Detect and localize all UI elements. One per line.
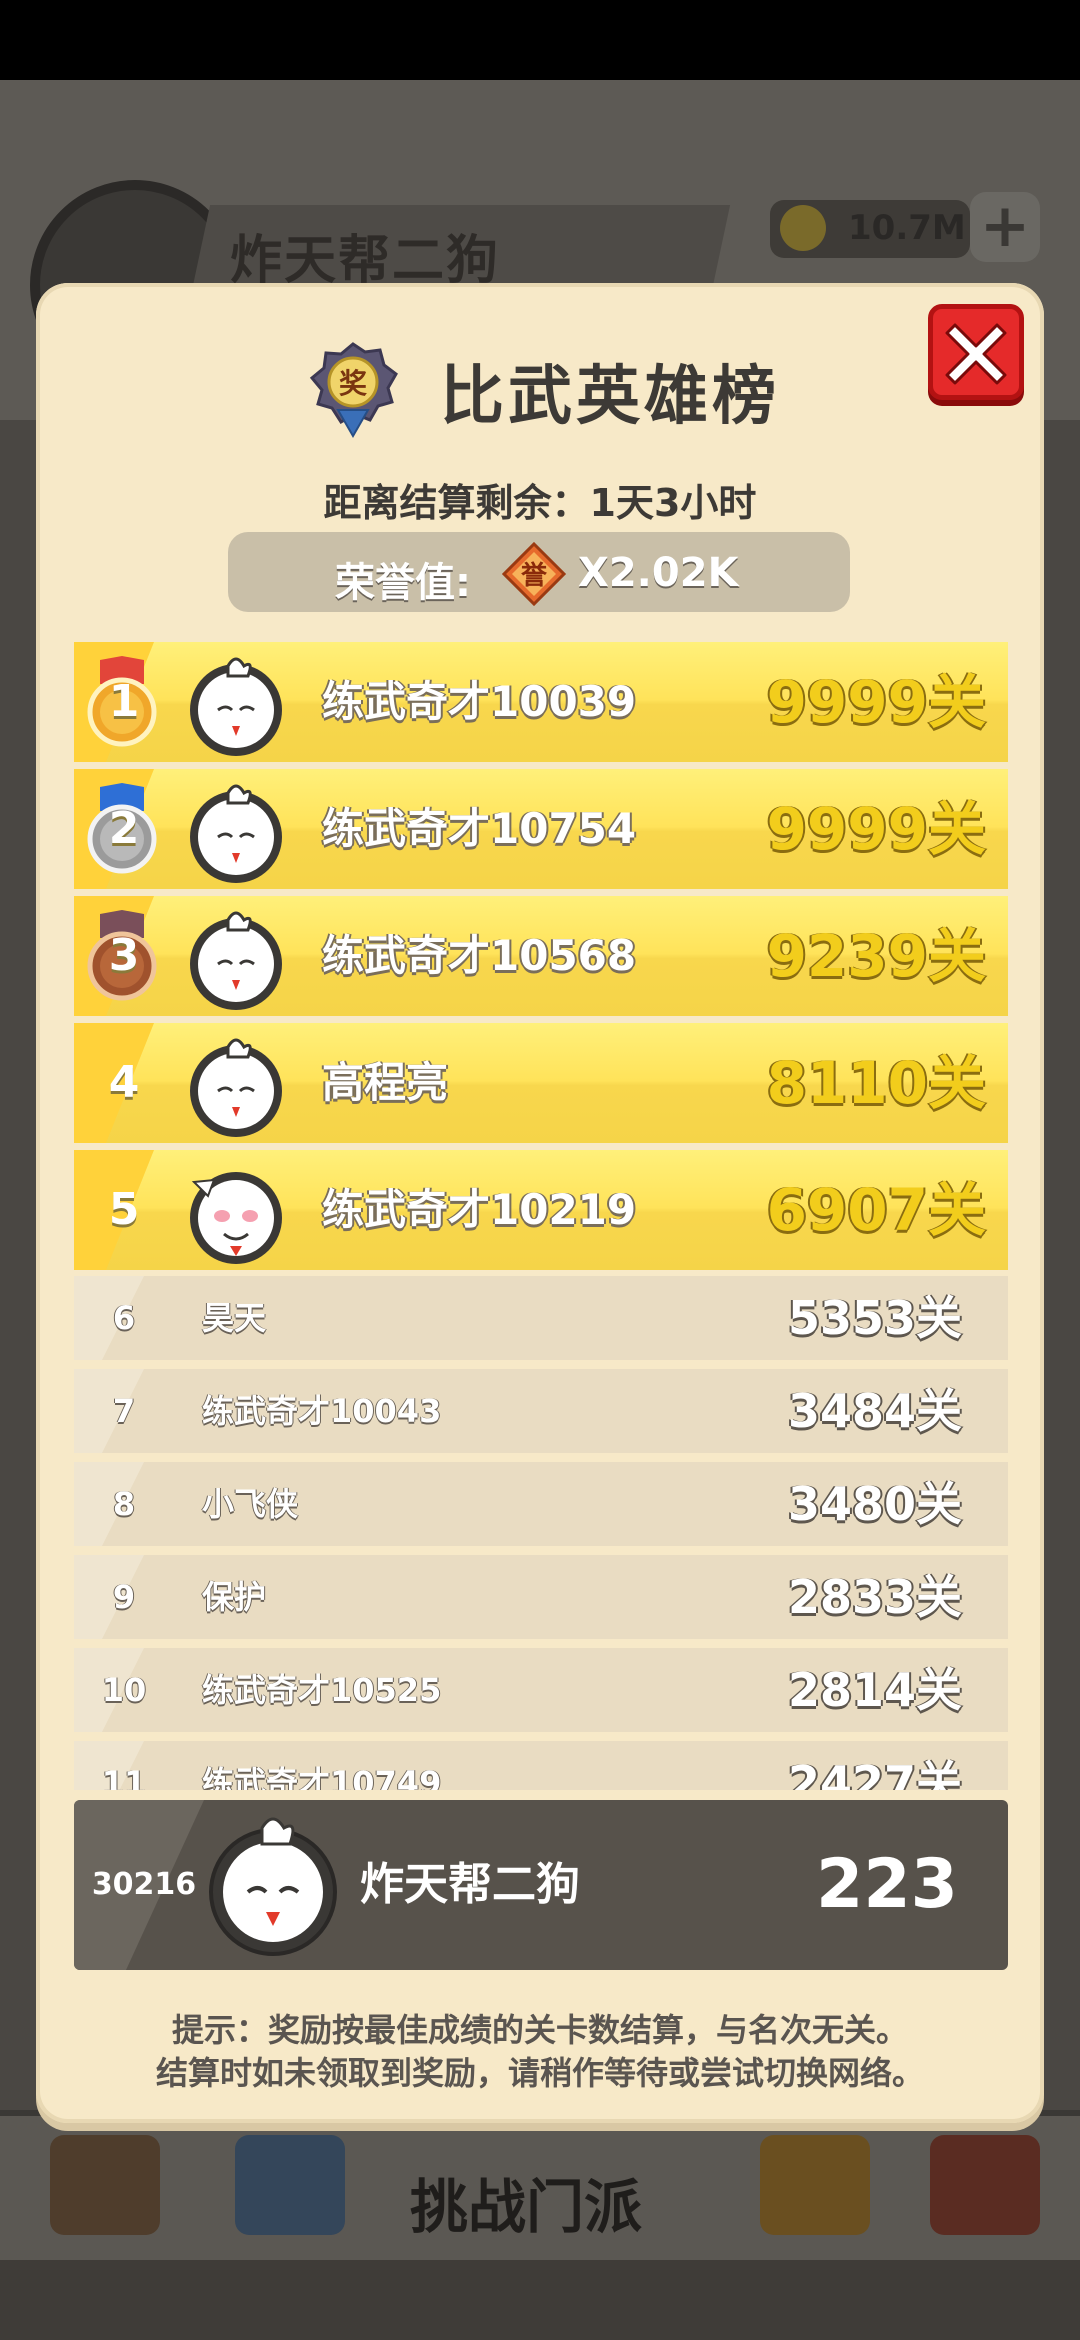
rank-number: 3 — [108, 930, 140, 981]
ranking-row[interactable]: 5 练武奇才10219 6907关 — [74, 1150, 1008, 1270]
ranking-row[interactable]: 8 小飞侠 3480关 — [74, 1462, 1008, 1546]
ranking-row[interactable]: 6 昊天 5353关 — [74, 1276, 1008, 1360]
my-score: 223 — [816, 1845, 958, 1924]
award-medal-icon: 奖 — [309, 342, 398, 439]
ranking-row[interactable]: 1 练武奇才10039 9999关 — [74, 642, 1008, 762]
coin-icon — [780, 205, 826, 251]
player-score: 9239关 — [766, 922, 986, 990]
player-score: 5353关 — [787, 1291, 962, 1345]
background-coin-value: 10.7M — [848, 208, 966, 248]
player-name: 高程亮 — [322, 1058, 449, 1107]
player-score: 2814关 — [787, 1663, 962, 1717]
ranking-row[interactable]: 11 练武奇才10749 2427关 — [74, 1741, 1008, 1790]
my-name: 炸天帮二狗 — [360, 1859, 580, 1910]
background-player-name: 炸天帮二狗 — [230, 231, 501, 291]
rank-number: 11 — [101, 1764, 147, 1790]
my-avatar — [209, 1817, 337, 1956]
background-bottom-strip — [0, 2260, 1080, 2340]
rank-number: 6 — [112, 1299, 136, 1337]
player-score: 3480关 — [787, 1477, 962, 1531]
player-avatar — [190, 911, 282, 1010]
background-cultivate-icon — [235, 2135, 345, 2235]
player-score: 8110关 — [766, 1049, 986, 1117]
close-button[interactable] — [928, 304, 1024, 400]
player-score: 9999关 — [766, 668, 986, 736]
player-name: 保护 — [202, 1578, 267, 1616]
player-score: 6907关 — [766, 1176, 986, 1244]
ranking-row[interactable]: 9 保护 2833关 — [74, 1555, 1008, 1639]
player-avatar — [190, 784, 282, 883]
player-avatar — [190, 657, 282, 756]
rank-number: 10 — [101, 1671, 147, 1709]
player-avatar — [190, 1172, 282, 1264]
my-rank-row[interactable]: 30216 炸天帮二狗 223 — [74, 1800, 1008, 1970]
player-name: 练武奇才10039 — [322, 677, 637, 726]
background-task-icon — [50, 2135, 160, 2235]
player-avatar — [190, 1038, 282, 1137]
background-add-coins-button: + — [970, 192, 1040, 262]
rank-number: 1 — [108, 676, 140, 727]
honor-value: X2.02K — [578, 550, 739, 596]
player-name: 练武奇才10043 — [202, 1392, 442, 1430]
honor-icon: 誉 — [502, 542, 566, 606]
status-bar — [0, 0, 1080, 80]
player-name: 练武奇才10754 — [322, 804, 637, 853]
hint-line-2: 结算时如未领取到奖励，请稍作等待或尝试切换网络。 — [155, 2054, 924, 2092]
background-collect-icon — [930, 2135, 1040, 2235]
ranking-row[interactable]: 4 高程亮 8110关 — [74, 1023, 1008, 1143]
dialog-title: 比武英雄榜 — [440, 360, 780, 434]
close-icon — [945, 323, 1007, 385]
ranking-row[interactable]: 3 练武奇才10568 9239关 — [74, 896, 1008, 1016]
player-score: 2833关 — [787, 1570, 962, 1624]
rank-number: 5 — [108, 1184, 140, 1235]
player-name: 练武奇才10749 — [202, 1764, 442, 1790]
ranking-list[interactable]: 1 练武奇才10039 9999关 2 练武奇才10754 9999关 3 练武… — [74, 642, 1008, 1790]
player-score: 9999关 — [766, 795, 986, 863]
player-name: 练武奇才10525 — [202, 1671, 442, 1709]
ranking-row[interactable]: 10 练武奇才10525 2814关 — [74, 1648, 1008, 1732]
settlement-countdown: 距离结算剩余：1天3小时 — [323, 481, 757, 525]
honor-label: 荣誉值: — [335, 560, 471, 606]
hint-line-1: 提示：奖励按最佳成绩的关卡数结算，与名次无关。 — [171, 2011, 908, 2049]
honor-icon-glyph: 誉 — [521, 561, 548, 591]
background-helmet-icon — [760, 2135, 870, 2235]
award-medal-glyph: 奖 — [339, 367, 367, 400]
ranking-row[interactable]: 7 练武奇才10043 3484关 — [74, 1369, 1008, 1453]
player-name: 小飞侠 — [202, 1485, 299, 1523]
my-rank-number: 30216 — [91, 1867, 197, 1902]
rank-number: 7 — [112, 1392, 136, 1430]
player-name: 练武奇才10219 — [322, 1185, 637, 1234]
rank-number: 4 — [108, 1057, 140, 1108]
rank-number: 8 — [112, 1485, 136, 1523]
player-name: 练武奇才10568 — [322, 931, 637, 980]
ranking-row[interactable]: 2 练武奇才10754 9999关 — [74, 769, 1008, 889]
background-challenge-tab: 挑战门派 — [410, 2173, 643, 2241]
rank-number: 9 — [112, 1578, 136, 1616]
player-name: 昊天 — [202, 1299, 267, 1337]
rank-number: 2 — [108, 803, 140, 854]
player-score: 3484关 — [787, 1384, 962, 1438]
player-score: 2427关 — [787, 1756, 962, 1790]
